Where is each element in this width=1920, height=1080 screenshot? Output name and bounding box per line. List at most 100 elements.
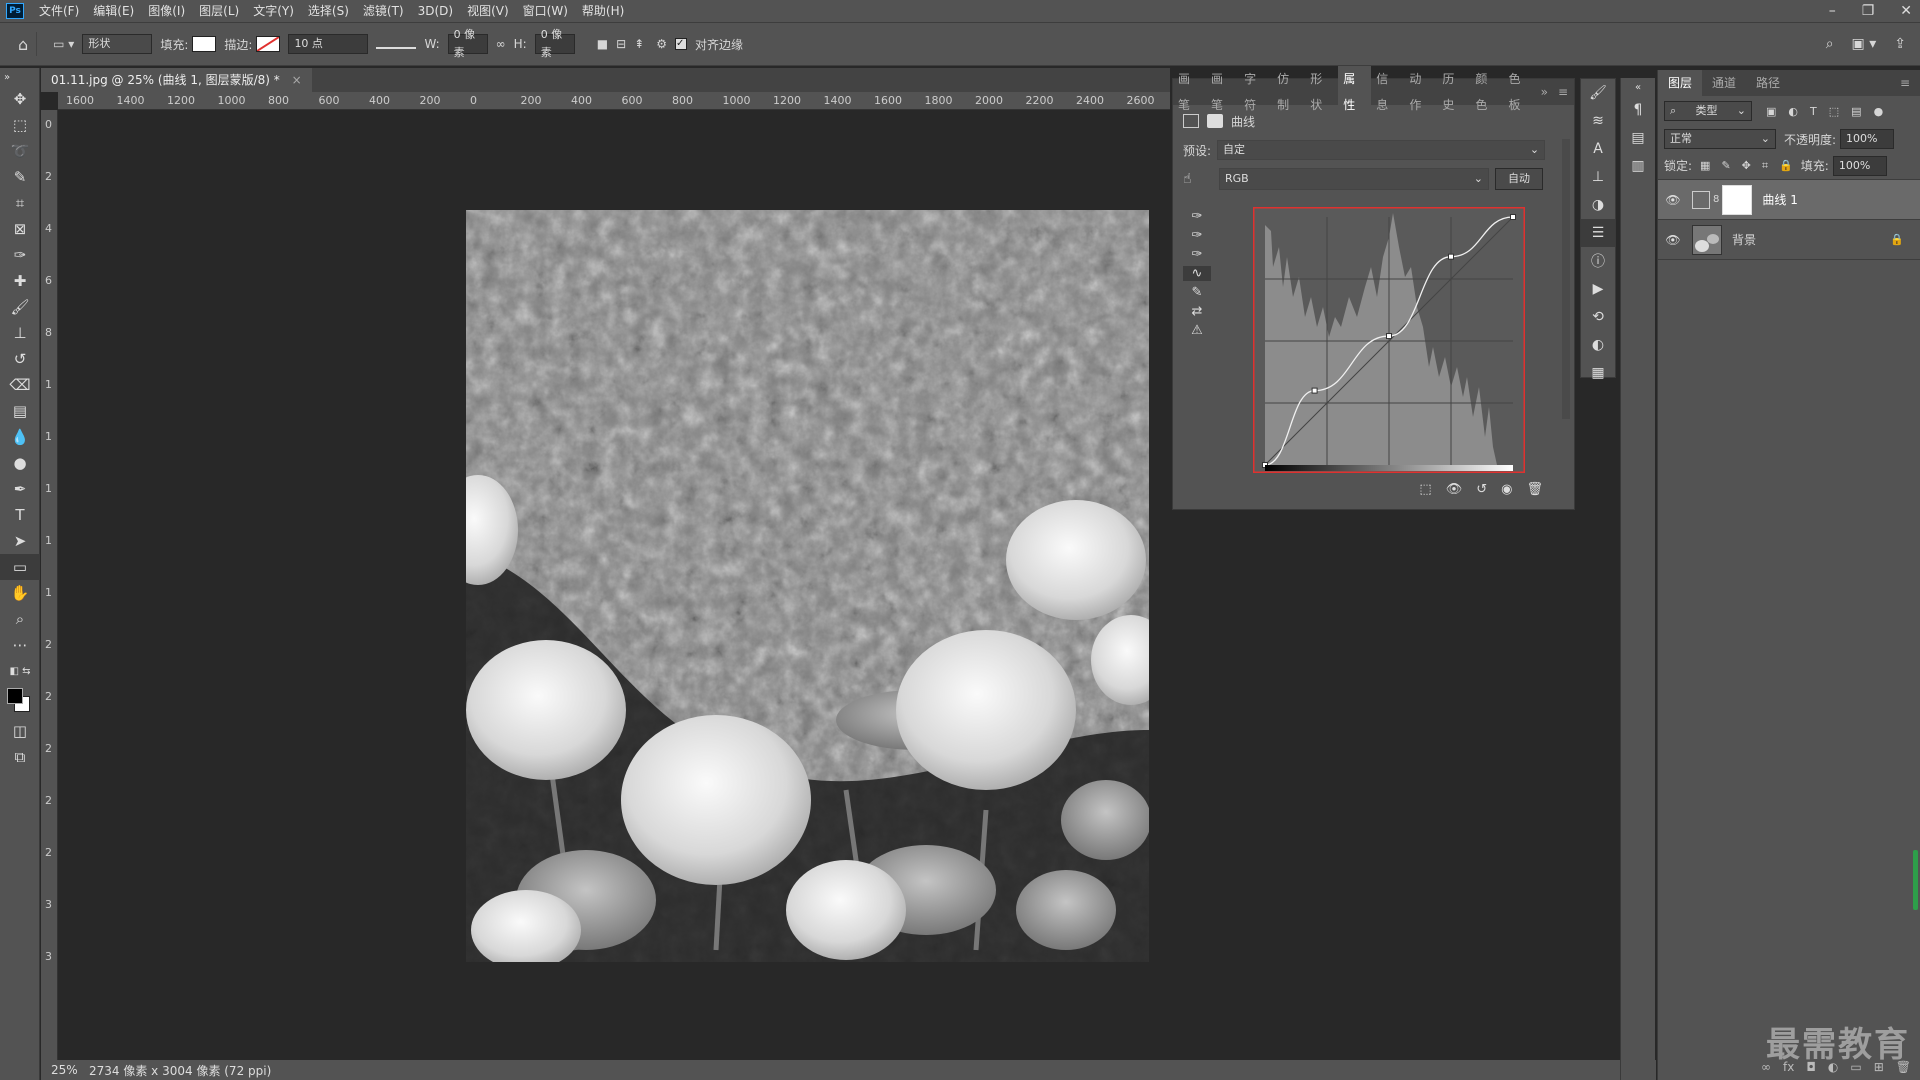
auto-button[interactable]: 自动: [1495, 168, 1543, 190]
menu-file[interactable]: 文件(F): [32, 0, 86, 22]
workspace-icon[interactable]: ▣ ▾: [1852, 36, 1877, 52]
stroke-size-field[interactable]: 10 点: [288, 34, 369, 54]
zoom-level[interactable]: 25%: [41, 1063, 81, 1077]
rectangle-tool-icon[interactable]: ▭: [0, 554, 40, 580]
move-tool-icon[interactable]: ✥: [0, 86, 40, 112]
healing-tool-icon[interactable]: ✚: [0, 268, 40, 294]
fill-field[interactable]: 100%: [1832, 155, 1887, 176]
lock-transparent-icon[interactable]: ▦: [1700, 159, 1710, 173]
opacity-field[interactable]: 100%: [1840, 129, 1895, 149]
menu-image[interactable]: 图像(I): [141, 0, 192, 22]
crop-tool-icon[interactable]: ⌗: [0, 190, 40, 216]
menu-3d[interactable]: 3D(D): [411, 0, 460, 22]
gray-point-eyedropper-icon[interactable]: ✑: [1183, 228, 1211, 243]
close-icon[interactable]: ✕: [1900, 3, 1912, 19]
adjustment-filter-icon[interactable]: ◐: [1788, 105, 1798, 118]
actions-icon[interactable]: ▶: [1581, 275, 1615, 303]
lock-all-icon[interactable]: 🔒: [1779, 159, 1793, 173]
lasso-tool-icon[interactable]: ➰: [0, 138, 40, 164]
shape-filter-icon[interactable]: ⬚: [1829, 105, 1839, 118]
pencil-tool-icon[interactable]: ✎: [1183, 285, 1211, 300]
path-arrangement-icon[interactable]: ⇞: [634, 37, 644, 51]
link-icon[interactable]: ∞: [496, 37, 506, 51]
tab-actions[interactable]: 动作: [1404, 66, 1437, 118]
color-swatches[interactable]: [0, 684, 40, 718]
path-select-tool-icon[interactable]: ➤: [0, 528, 40, 554]
layer-filter-select[interactable]: ⌕ 类型 ⌄: [1664, 101, 1752, 121]
pen-tool-icon[interactable]: ✒: [0, 476, 40, 502]
document-info[interactable]: 2734 像素 x 3004 像素 (72 ppi): [89, 1062, 271, 1079]
eye-icon[interactable]: 👁: [1658, 233, 1688, 247]
properties-icon[interactable]: ☰: [1581, 219, 1615, 247]
foreground-color-swatch[interactable]: [7, 688, 23, 704]
stroke-type-select[interactable]: [376, 39, 417, 49]
zoom-tool-icon[interactable]: ⌕: [0, 606, 40, 632]
layer-row-curves[interactable]: 👁 8 曲线 1: [1658, 180, 1920, 220]
paragraph-icon[interactable]: ¶: [1621, 96, 1655, 124]
tab-info[interactable]: 信息: [1371, 66, 1404, 118]
hand-tool-icon[interactable]: ✋: [0, 580, 40, 606]
white-point-eyedropper-icon[interactable]: ✑: [1183, 247, 1211, 262]
curves-graph[interactable]: [1253, 207, 1525, 473]
scroll-indicator[interactable]: [1913, 850, 1918, 910]
width-field[interactable]: 0 像素: [447, 28, 488, 59]
menu-select[interactable]: 选择(S): [301, 0, 356, 22]
more-tabs-icon[interactable]: »: [1537, 79, 1552, 105]
eraser-tool-icon[interactable]: ⌫: [0, 372, 40, 398]
search-icon[interactable]: ⌕: [1826, 36, 1834, 52]
menu-edit[interactable]: 编辑(E): [86, 0, 141, 22]
channel-select[interactable]: RGB ⌄: [1219, 168, 1489, 190]
clone-source-icon[interactable]: ⊥: [1581, 163, 1615, 191]
close-tab-icon[interactable]: ×: [292, 73, 302, 87]
lock-image-icon[interactable]: ✎: [1721, 159, 1730, 173]
shapes-icon[interactable]: ◑: [1581, 191, 1615, 219]
default-colors-icon[interactable]: ◧ ⇆: [0, 658, 40, 684]
blend-mode-select[interactable]: 正常 ⌄: [1664, 129, 1776, 149]
tab-clone-source[interactable]: 仿制: [1272, 66, 1305, 118]
history-brush-tool-icon[interactable]: ↺: [0, 346, 40, 372]
view-previous-icon[interactable]: 👁: [1446, 482, 1463, 497]
reset-icon[interactable]: ↺: [1476, 482, 1487, 497]
smart-filter-icon[interactable]: ▤: [1851, 105, 1861, 118]
menu-type[interactable]: 文字(Y): [246, 0, 301, 22]
curve-control-point[interactable]: [1386, 333, 1392, 340]
trash-icon[interactable]: 🗑: [1526, 482, 1543, 497]
minimize-icon[interactable]: –: [1829, 3, 1836, 19]
tab-paths[interactable]: 路径: [1746, 70, 1790, 96]
stroke-swatch[interactable]: [256, 36, 281, 52]
panel-menu-icon[interactable]: ≡: [1552, 79, 1574, 105]
lock-artboard-icon[interactable]: ⌗: [1762, 159, 1768, 173]
notes-icon[interactable]: ▥: [1621, 152, 1655, 180]
curve-control-point[interactable]: [1448, 253, 1454, 260]
document-tab[interactable]: 01.11.jpg @ 25% (曲线 1, 图层蒙版/8) * ×: [41, 68, 312, 92]
tab-properties[interactable]: 属性: [1338, 66, 1372, 118]
restore-icon[interactable]: ❐: [1862, 3, 1875, 19]
tool-preset-icon[interactable]: ▭ ▾: [53, 37, 74, 51]
type-filter-icon[interactable]: T: [1810, 105, 1817, 118]
layer-mask-thumbnail[interactable]: [1722, 184, 1753, 215]
smooth-icon[interactable]: ⇄: [1183, 304, 1211, 319]
preset-select[interactable]: 自定 ⌄: [1217, 140, 1546, 160]
share-icon[interactable]: ⇪: [1894, 36, 1906, 52]
color-icon[interactable]: ◐: [1581, 331, 1615, 359]
align-edges-checkbox[interactable]: ✓: [674, 38, 687, 50]
mask-icon[interactable]: [1207, 114, 1223, 128]
menu-layer[interactable]: 图层(L): [192, 0, 246, 22]
tab-color[interactable]: 颜色: [1470, 66, 1503, 118]
clip-to-layer-icon[interactable]: ⬚: [1419, 482, 1431, 497]
layer-thumbnail[interactable]: [1692, 224, 1722, 255]
path-alignment-icon[interactable]: ⊟: [616, 37, 626, 51]
info-icon[interactable]: ⓘ: [1581, 247, 1615, 275]
properties-scrollbar[interactable]: [1562, 139, 1570, 419]
libraries-icon[interactable]: ▤: [1621, 124, 1655, 152]
eyedropper-tool-icon[interactable]: ✑: [0, 242, 40, 268]
tab-character[interactable]: 字符: [1239, 66, 1272, 118]
swatches-icon[interactable]: ▦: [1581, 359, 1615, 387]
history-icon[interactable]: ⟲: [1581, 303, 1615, 331]
pixel-filter-icon[interactable]: ▣: [1766, 105, 1776, 118]
layer-row-background[interactable]: 👁 背景 🔒: [1658, 220, 1920, 260]
gear-icon[interactable]: ⚙: [656, 37, 667, 51]
filter-toggle-icon[interactable]: ●: [1874, 105, 1884, 118]
height-field[interactable]: 0 像素: [534, 28, 575, 59]
marquee-tool-icon[interactable]: ⬚: [0, 112, 40, 138]
